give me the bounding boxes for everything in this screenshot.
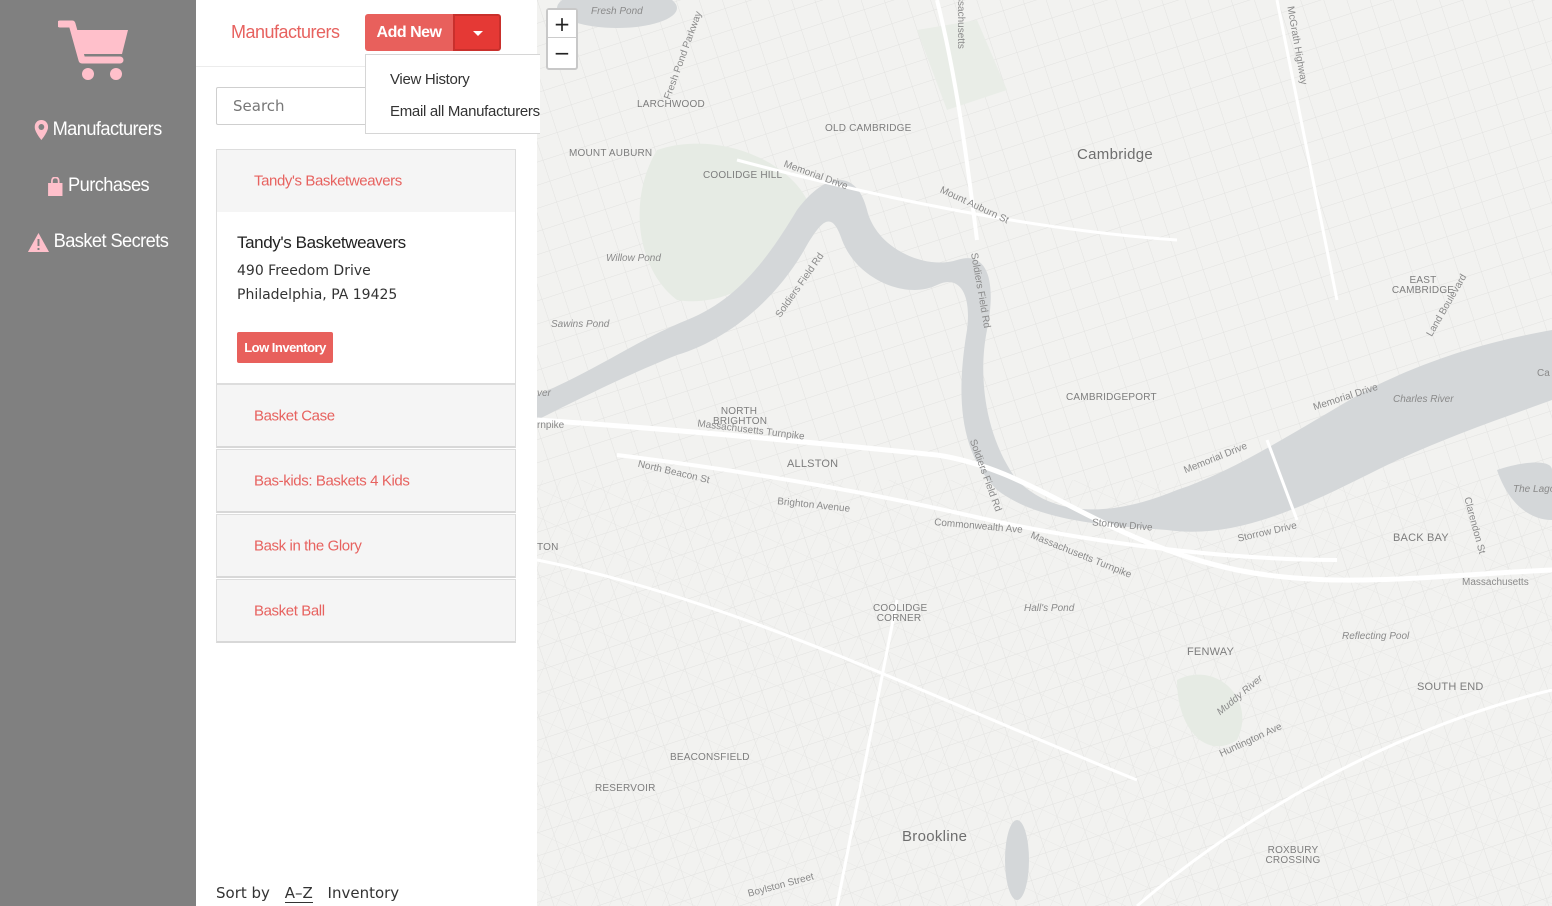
manufacturer-name: Bas-kids: Baskets 4 Kids: [254, 472, 410, 489]
sidebar-item-label: Manufacturers: [52, 119, 163, 140]
warning-icon: [27, 232, 49, 252]
map-label-mount-auburn: MOUNT AUBURN: [569, 148, 653, 159]
map-label-coolidge-corner: COOLIDGE CORNER: [873, 603, 928, 624]
map-label-willow-pond: Willow Pond: [606, 253, 661, 264]
map-label-beaconsfield: BEACONSFIELD: [670, 752, 750, 763]
map[interactable]: + − Cambridge Brookline ALLSTON FENWAY B…: [537, 0, 1552, 906]
detail-address-line2: Philadelphia, PA 19425: [237, 287, 398, 303]
map-label-charles-river: Charles River: [1393, 394, 1454, 405]
manufacturer-detail: Tandy's Basketweavers 490 Freedom Drive …: [216, 212, 516, 384]
zoom-in-button[interactable]: +: [548, 10, 576, 38]
map-label-brookline: Brookline: [902, 828, 968, 845]
map-label-old-cambridge: OLD CAMBRIDGE: [825, 123, 912, 134]
map-label-fresh-pond: Fresh Pond: [591, 6, 643, 17]
tab-manufacturers[interactable]: Manufacturers: [231, 22, 340, 43]
map-label-reservoir: RESERVOIR: [595, 783, 656, 794]
sort-label: Sort by: [216, 884, 270, 902]
caret-down-icon: [473, 31, 483, 36]
add-new-dropdown-toggle[interactable]: [453, 14, 501, 51]
detail-address-line1: 490 Freedom Drive: [237, 263, 371, 279]
menu-item-email-all[interactable]: Email all Manufacturers: [390, 103, 540, 120]
map-label-fenway: FENWAY: [1187, 646, 1235, 658]
shopping-cart-icon[interactable]: [58, 18, 130, 84]
map-tiles: [537, 0, 1552, 906]
manufacturer-list-item[interactable]: Basket Ball: [216, 579, 516, 643]
menu-item-view-history[interactable]: View History: [390, 71, 470, 88]
map-label-turnpike-partial: rnpike: [537, 420, 565, 431]
sort-option-az[interactable]: A–Z: [284, 884, 313, 903]
low-inventory-badge: Low Inventory: [237, 332, 333, 363]
add-new-button[interactable]: Add New: [365, 14, 453, 51]
manufacturer-name: Basket Ball: [254, 602, 325, 619]
map-label-cambridgeport: CAMBRIDGEPORT: [1066, 392, 1157, 403]
sidebar-item-basket-secrets[interactable]: Basket Secrets: [4, 227, 192, 257]
map-label-halls-pond: Hall's Pond: [1024, 603, 1075, 614]
manufacturer-list-item[interactable]: Tandy's Basketweavers: [216, 149, 516, 213]
sidebar-item-label: Purchases: [68, 175, 150, 196]
manufacturer-list-item[interactable]: Bask in the Glory: [216, 514, 516, 578]
map-label-massachusetts-ave: Massachusetts: [954, 0, 966, 49]
map-pin-icon: [34, 120, 48, 140]
sidebar-item-manufacturers[interactable]: Manufacturers: [4, 115, 192, 145]
map-label-larchwood: LARCHWOOD: [637, 99, 705, 110]
map-label-reflecting-pool: Reflecting Pool: [1342, 631, 1410, 642]
add-new-dropdown-menu: View History Email all Manufacturers: [365, 54, 540, 134]
sort-option-inventory[interactable]: Inventory: [328, 884, 400, 902]
map-label-sawins-pond: Sawins Pond: [551, 319, 610, 330]
manufacturer-name: Tandy's Basketweavers: [254, 172, 402, 190]
map-label-ca-partial: Ca: [1537, 368, 1550, 379]
zoom-out-button[interactable]: −: [548, 39, 576, 67]
sidebar: Manufacturers Purchases Basket Secrets: [0, 0, 196, 906]
map-label-cambridge: Cambridge: [1077, 146, 1154, 163]
manufacturer-name: Basket Case: [254, 407, 335, 424]
zoom-control: + −: [546, 8, 578, 70]
detail-name: Tandy's Basketweavers: [237, 233, 406, 252]
map-label-massachusetts-ave-se: Massachusetts: [1462, 577, 1529, 588]
manufacturer-list-item[interactable]: Bas-kids: Baskets 4 Kids: [216, 449, 516, 513]
map-label-ton: TON: [537, 542, 559, 553]
manufacturer-panel: Manufacturers Add New Tandy's Basketweav…: [196, 0, 537, 906]
sort-bar: Sort by A–Z Inventory: [216, 884, 409, 903]
map-label-river-partial: ver: [537, 388, 551, 399]
shopping-bag-icon: [47, 176, 63, 196]
map-label-roxbury-crossing: ROXBURY CROSSING: [1265, 845, 1321, 866]
sidebar-item-label: Basket Secrets: [53, 231, 169, 252]
map-label-coolidge-hill: COOLIDGE HILL: [703, 170, 783, 181]
map-label-allston: ALLSTON: [787, 458, 839, 470]
manufacturer-name: Bask in the Glory: [254, 537, 362, 554]
map-label-south-end: SOUTH END: [1417, 681, 1484, 693]
map-label-the-lagoon: The Lago: [1513, 484, 1552, 495]
map-label-back-bay: BACK BAY: [1393, 532, 1449, 544]
manufacturer-list-item[interactable]: Basket Case: [216, 384, 516, 448]
sidebar-item-purchases[interactable]: Purchases: [4, 171, 192, 201]
